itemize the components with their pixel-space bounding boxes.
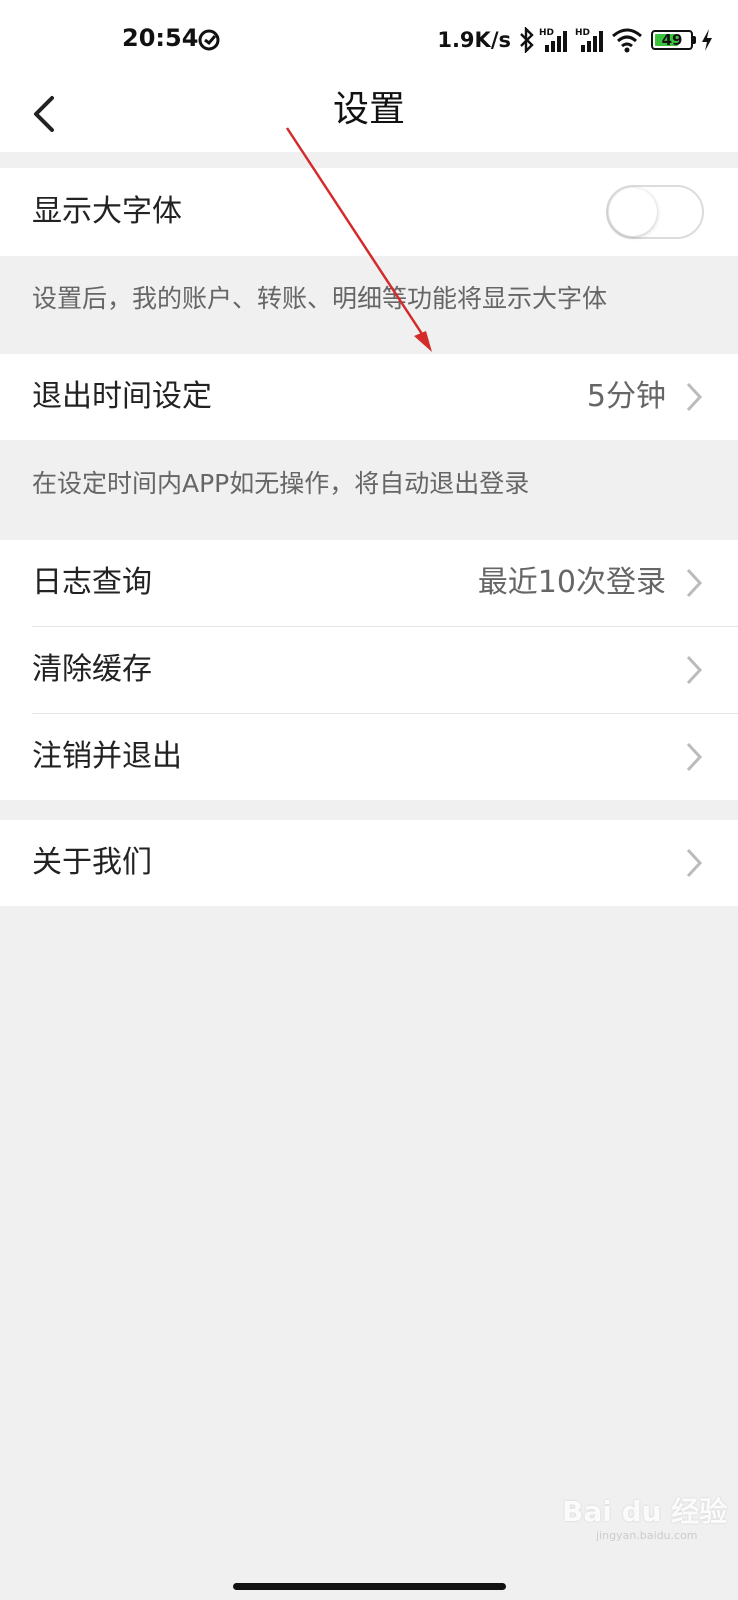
large-font-row: 显示大字体 — [0, 168, 738, 256]
wifi-icon — [612, 28, 642, 53]
alarm-icon — [198, 29, 220, 51]
status-time: 20:54 — [122, 24, 199, 52]
large-font-hint: 设置后，我的账户、转账、明细等功能将显示大字体 — [32, 284, 608, 313]
navigation-bar: 设置 — [0, 80, 738, 152]
logout-time-label: 退出时间设定 — [32, 379, 212, 414]
log-query-row[interactable]: 日志查询 最近10次登录 — [0, 540, 738, 626]
logout-label: 注销并退出 — [32, 739, 182, 774]
logout-time-value: 5分钟 — [586, 379, 666, 414]
status-bar: 20:54 1.9K/s HD HD 49 — [0, 0, 738, 80]
hd-signal-icon: HD — [539, 28, 567, 52]
network-speed: 1.9K/s — [437, 28, 511, 52]
baidu-watermark: Bai du 经验 — [562, 1495, 728, 1528]
large-font-toggle[interactable] — [606, 185, 704, 239]
logout-row[interactable]: 注销并退出 — [0, 713, 738, 800]
baidu-watermark-url: jingyan.baidu.com — [596, 1529, 698, 1542]
battery-icon: 49 — [651, 30, 693, 50]
chevron-right-icon — [686, 742, 703, 772]
home-indicator[interactable] — [233, 1583, 506, 1590]
chevron-right-icon — [686, 568, 703, 598]
log-query-label: 日志查询 — [32, 565, 152, 600]
logout-time-hint: 在设定时间内APP如无操作，将自动退出登录 — [32, 469, 530, 498]
chevron-right-icon — [686, 848, 703, 878]
page-title: 设置 — [332, 89, 405, 130]
chevron-right-icon — [686, 382, 703, 412]
bluetooth-icon — [520, 27, 534, 53]
toggle-knob — [609, 188, 657, 236]
chevron-right-icon — [686, 655, 703, 685]
logout-time-row[interactable]: 退出时间设定 5分钟 — [0, 354, 738, 440]
status-icons: 1.9K/s HD HD 49 — [437, 24, 714, 56]
clear-cache-row[interactable]: 清除缓存 — [0, 626, 738, 713]
battery-tip — [693, 36, 696, 44]
about-row[interactable]: 关于我们 — [0, 820, 738, 906]
clear-cache-label: 清除缓存 — [32, 652, 152, 687]
large-font-label: 显示大字体 — [32, 194, 182, 229]
charging-icon — [702, 29, 712, 51]
hd-signal-icon: HD — [575, 28, 603, 52]
svg-text:HD: HD — [539, 28, 554, 38]
svg-text:HD: HD — [575, 28, 590, 38]
about-label: 关于我们 — [32, 845, 152, 880]
log-query-value: 最近10次登录 — [477, 565, 666, 600]
battery-level: 49 — [661, 31, 683, 49]
